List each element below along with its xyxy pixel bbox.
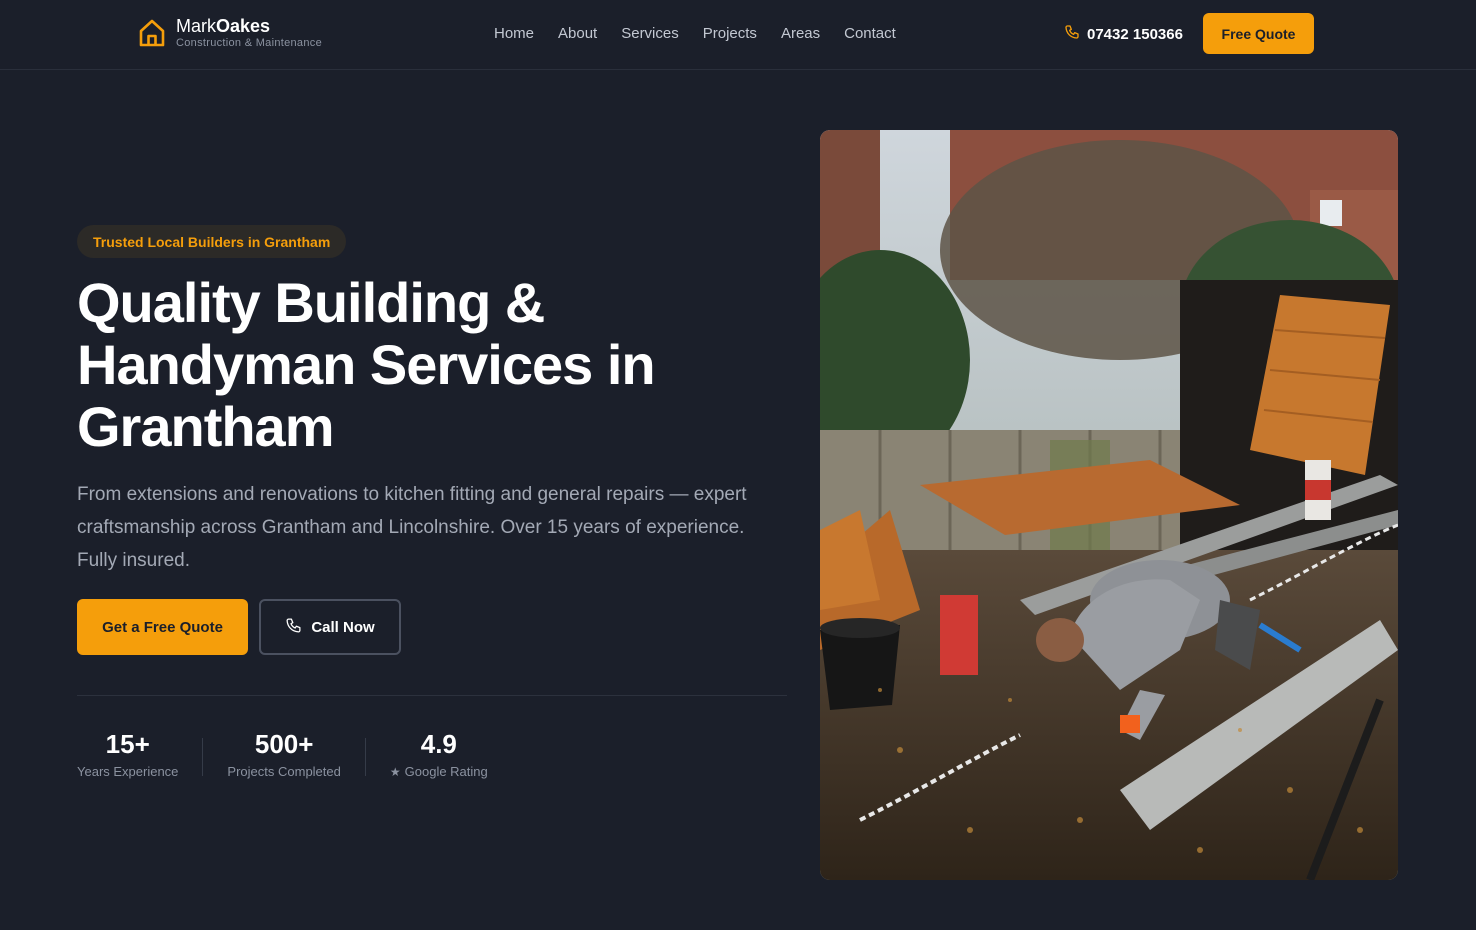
hero-lead: From extensions and renovations to kitch… xyxy=(77,484,747,571)
logo[interactable]: MarkOakes Construction & Maintenance xyxy=(138,16,322,50)
nav-home[interactable]: Home xyxy=(494,24,534,44)
stat-separator xyxy=(364,738,366,776)
header-phone-link[interactable]: 07432 150366 xyxy=(1064,24,1183,46)
stats-row: 15+ Years Experience 500+ Projects Compl… xyxy=(77,727,488,783)
stat-separator xyxy=(202,738,204,776)
main-nav: Home About Services Projects Areas Conta… xyxy=(494,24,896,44)
stat-rating: 4.9 ★ Google Rating xyxy=(390,727,488,783)
hero-title: Quality Building & Handyman Services in … xyxy=(77,271,656,458)
house-icon xyxy=(138,17,166,49)
phone-icon xyxy=(285,617,302,638)
stat-value: 15+ xyxy=(105,729,150,759)
nav-about[interactable]: About xyxy=(558,24,597,44)
garden-work-illustration xyxy=(820,130,1398,880)
phone-icon xyxy=(1064,24,1080,46)
stat-label: Google Rating xyxy=(404,764,488,779)
stat-label: Projects Completed xyxy=(227,764,341,779)
call-now-label: Call Now xyxy=(311,618,375,636)
stat-value: 500+ xyxy=(254,729,314,759)
logo-tagline: Construction & Maintenance xyxy=(176,37,322,49)
stat-projects: 500+ Projects Completed xyxy=(227,727,340,783)
call-now-button[interactable]: Call Now xyxy=(259,599,401,655)
phone-number: 07432 150366 xyxy=(1087,26,1183,43)
nav-projects[interactable]: Projects xyxy=(703,24,757,44)
star-icon: ★ xyxy=(389,765,401,779)
stat-label: Years Experience xyxy=(77,764,179,779)
get-free-quote-button[interactable]: Get a Free Quote xyxy=(77,599,248,655)
stats-divider xyxy=(77,695,787,696)
header-free-quote-button[interactable]: Free Quote xyxy=(1203,13,1314,54)
logo-name-regular: Mark xyxy=(176,16,216,36)
trust-badge: Trusted Local Builders in Grantham xyxy=(77,225,347,258)
nav-services[interactable]: Services xyxy=(621,24,679,44)
stat-years: 15+ Years Experience xyxy=(77,727,178,783)
hero-photo xyxy=(820,130,1398,880)
nav-contact[interactable]: Contact xyxy=(844,24,896,44)
site-header: MarkOakes Construction & Maintenance Hom… xyxy=(0,0,1476,70)
logo-name-bold: Oakes xyxy=(216,16,271,36)
stat-label-wrap: ★ Google Rating xyxy=(390,761,488,783)
nav-areas[interactable]: Areas xyxy=(781,24,820,44)
stat-value: 4.9 xyxy=(420,729,457,759)
logo-text: MarkOakes Construction & Maintenance xyxy=(176,16,322,50)
logo-name: MarkOakes xyxy=(176,16,322,36)
